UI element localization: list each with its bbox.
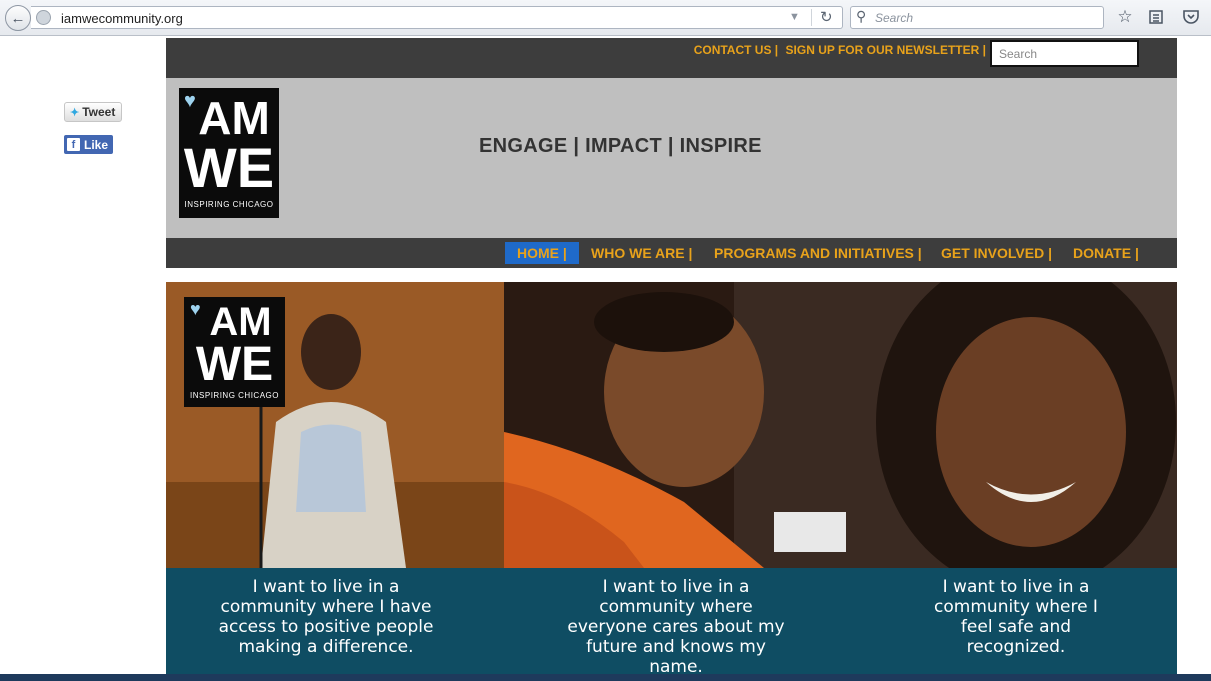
site-logo[interactable]: ♥ AM WE INSPIRING CHICAGO xyxy=(179,88,279,218)
browser-search-placeholder: Search xyxy=(875,11,914,25)
search-icon: ⚲ xyxy=(856,8,867,24)
reload-icon[interactable]: ↻ xyxy=(820,8,833,26)
back-arrow-icon[interactable]: ← xyxy=(5,5,31,31)
hero-caption-3: I want to live in a community where I fe… xyxy=(934,577,1098,657)
hero-logo-tagline: INSPIRING CHICAGO xyxy=(190,391,279,400)
hero-slideshow[interactable]: ♥ AM WE INSPIRING CHICAGO I want to live… xyxy=(166,282,1177,681)
newsletter-signup-link[interactable]: SIGN UP FOR OUR NEWSLETTER | xyxy=(786,43,986,57)
site-tagline: ENGAGE | IMPACT | INSPIRE xyxy=(479,135,762,157)
header-banner: ♥ AM WE INSPIRING CHICAGO ENGAGE | IMPAC… xyxy=(166,78,1177,238)
browser-toolbar: ← iamwecommunity.org ▼ ↻ ⚲ Search ☆ xyxy=(0,0,1211,36)
facebook-icon: f xyxy=(67,138,80,151)
twitter-bird-icon: ✦ xyxy=(70,106,80,119)
hero-caption-1: I want to live in a community where I ha… xyxy=(218,577,434,657)
tweet-label: Tweet xyxy=(82,105,116,119)
logo-line2: WE xyxy=(183,136,275,199)
nav-who-we-are[interactable]: WHO WE ARE | xyxy=(587,242,696,264)
hero-caption-2: I want to live in a community where ever… xyxy=(567,577,785,677)
main-nav: HOME | WHO WE ARE | PROGRAMS AND INITIAT… xyxy=(166,238,1177,268)
pocket-icon[interactable] xyxy=(1180,6,1202,28)
chevron-down-icon[interactable]: ▼ xyxy=(789,11,800,23)
nav-get-involved[interactable]: GET INVOLVED | xyxy=(937,242,1056,264)
url-text[interactable]: iamwecommunity.org xyxy=(61,11,183,26)
bookmark-star-icon[interactable]: ☆ xyxy=(1114,6,1136,28)
os-taskbar xyxy=(0,674,1211,681)
like-label: Like xyxy=(84,137,109,152)
nav-donate[interactable]: DONATE | xyxy=(1069,242,1143,264)
url-bar[interactable]: iamwecommunity.org ▼ ↻ xyxy=(31,6,843,29)
top-utility-bar: CONTACT US | SIGN UP FOR OUR NEWSLETTER … xyxy=(166,38,1177,78)
site-search-input[interactable]: Search xyxy=(990,40,1139,67)
photo-girl-speaking: ♥ AM WE INSPIRING CHICAGO xyxy=(166,282,504,568)
nav-home[interactable]: HOME | xyxy=(505,242,579,264)
divider xyxy=(811,9,812,26)
photo-smiling-boy xyxy=(504,282,846,568)
logo-tagline: INSPIRING CHICAGO xyxy=(184,200,274,209)
browser-search-input[interactable]: ⚲ Search xyxy=(850,6,1104,29)
hero-logo-line2: WE xyxy=(195,338,274,391)
contact-us-link[interactable]: CONTACT US | xyxy=(694,43,778,57)
heart-flag-icon: ♥ xyxy=(190,299,201,319)
nav-programs-and-initiatives[interactable]: PROGRAMS AND INITIATIVES | xyxy=(710,242,926,264)
tweet-button[interactable]: ✦ Tweet xyxy=(64,102,122,122)
photo-smiling-girl xyxy=(846,282,1177,568)
globe-icon xyxy=(36,10,51,25)
facebook-like-button[interactable]: f Like xyxy=(64,135,113,154)
hero-logo: ♥ AM WE INSPIRING CHICAGO xyxy=(184,297,285,407)
top-links: CONTACT US | SIGN UP FOR OUR NEWSLETTER … xyxy=(690,43,986,57)
heart-flag-icon: ♥ xyxy=(184,90,196,112)
bookmarks-list-icon[interactable] xyxy=(1145,6,1167,28)
